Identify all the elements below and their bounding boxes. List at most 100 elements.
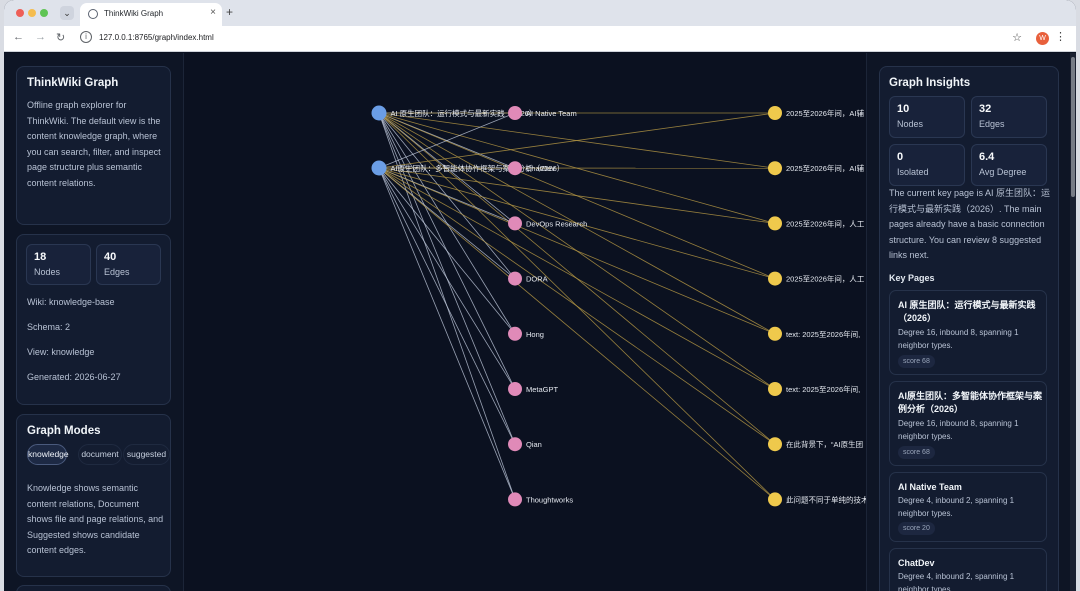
claim-node-label: 此问题不同于单纯的技术: [786, 494, 866, 504]
claim-node: [768, 216, 782, 231]
tab-bar: ⌄ ThinkWiki Graph × +: [4, 0, 1076, 26]
intro-panel: ThinkWiki Graph Offline graph explorer f…: [16, 66, 171, 225]
entity-node: [508, 216, 522, 231]
bookmark-star-icon[interactable]: ☆: [1012, 31, 1022, 44]
graph-edge: [378, 167, 776, 445]
key-page-desc: Degree 16, inbound 8, spanning 1 neighbo…: [898, 419, 1019, 441]
claim-node: [768, 326, 782, 341]
claim-node-label: text: 2025至2026年间,: [786, 384, 860, 394]
claim-node: [768, 106, 782, 120]
entity-node: [508, 437, 522, 452]
key-page-card[interactable]: ChatDev Degree 4, inbound 2, spanning 1 …: [889, 548, 1047, 591]
key-pages-title: Key Pages: [889, 273, 935, 283]
insights-summary: The current key page is AI 原生团队：运行模式与最新实…: [889, 188, 1051, 260]
claim-node-label: 2025至2026年间，人工: [786, 274, 865, 284]
insight-degree-value: 6.4: [979, 151, 995, 163]
key-page-title: ChatDev: [898, 558, 935, 568]
graph-canvas[interactable]: AI 原生团队：运行模式与最新实践（2026） AI原生团队：多智能体协作框架与案…: [184, 53, 866, 591]
graph-edge: [378, 167, 516, 390]
key-page-score: score 68: [898, 355, 935, 368]
entity-node-label: Thoughtworks: [526, 495, 573, 504]
left-sidebar: ThinkWiki Graph Offline graph explorer f…: [4, 53, 184, 591]
profile-avatar[interactable]: W: [1036, 32, 1049, 45]
graph-edge: [378, 167, 776, 335]
globe-icon: [88, 9, 98, 19]
address-bar[interactable]: 127.0.0.1:8765/graph/index.html: [99, 33, 214, 42]
forward-arrow-icon[interactable]: →: [35, 31, 46, 43]
key-page-score: score 68: [898, 446, 935, 459]
mode-suggested-button[interactable]: suggested: [123, 444, 170, 465]
browser-toolbar: ← → ↻ i 127.0.0.1:8765/graph/index.html …: [4, 26, 1076, 52]
reload-icon[interactable]: ↻: [56, 31, 65, 44]
key-page-desc: Degree 4, inbound 2, spanning 1 neighbor…: [898, 496, 1015, 518]
key-page-card[interactable]: AI Native Team Degree 4, inbound 2, span…: [889, 472, 1047, 542]
claim-node: [768, 271, 782, 286]
nodes-count: 18: [34, 251, 47, 263]
entity-node-label: Hong: [526, 330, 544, 339]
app-description: Offline graph explorer for ThinkWiki. Th…: [27, 100, 161, 188]
insight-nodes-value: 10: [897, 103, 910, 115]
insight-edges-stat: 32 Edges: [971, 96, 1047, 138]
app-root: ThinkWiki Graph Offline graph explorer f…: [4, 53, 1076, 591]
browser-tab[interactable]: ThinkWiki Graph ×: [80, 3, 222, 26]
claim-node: [768, 437, 782, 452]
graph-modes-title: Graph Modes: [27, 425, 101, 437]
page-scrollbar[interactable]: [1070, 53, 1076, 591]
key-page-title: AI原生团队：多智能体协作框架与案例分析（2026）: [898, 391, 1043, 414]
right-sidebar: Graph Insights 10 Nodes 32 Edges 0 Isola…: [866, 53, 1070, 591]
insight-nodes-label: Nodes: [897, 119, 924, 129]
key-page-card[interactable]: AI 原生团队：运行模式与最新实践（2026） Degree 16, inbou…: [889, 290, 1047, 375]
key-page-desc: Degree 16, inbound 8, spanning 1 neighbo…: [898, 328, 1019, 350]
entity-node: [508, 492, 522, 507]
nodes-label: Nodes: [34, 267, 61, 277]
entity-node: [508, 161, 522, 176]
entity-node-label: Qian: [526, 440, 542, 449]
insight-edges-label: Edges: [979, 119, 1005, 129]
claim-node-label: 2025至2026年间，AI辅: [786, 108, 864, 118]
entity-node-label: DevOps Research: [526, 219, 587, 228]
mode-document-button[interactable]: document: [78, 444, 122, 465]
graph-edge: [378, 167, 516, 500]
insights-title: Graph Insights: [889, 77, 971, 89]
new-tab-button[interactable]: +: [226, 5, 233, 19]
graph-edge: [378, 167, 776, 390]
graph-edge: [378, 167, 776, 224]
modes-description: Knowledge shows semantic content relatio…: [27, 483, 164, 555]
close-tab-icon[interactable]: ×: [210, 7, 216, 18]
browser-window: ⌄ ThinkWiki Graph × + ← → ↻ i 127.0.0.1:…: [4, 0, 1076, 591]
key-page-score: score 20: [898, 522, 935, 535]
mode-knowledge-button[interactable]: knowledge: [27, 444, 69, 465]
wiki-name: Wiki: knowledge-base: [27, 297, 115, 307]
edges-label: Edges: [104, 267, 130, 277]
nodes-stat: 18 Nodes: [26, 244, 91, 285]
entity-node-label: AI Native Team: [526, 109, 577, 118]
graph-svg[interactable]: AI 原生团队：运行模式与最新实践（2026）AI原生团队：多智能体协作框架与案…: [184, 53, 866, 591]
maximize-window-button[interactable]: [40, 9, 48, 17]
insight-isolated-value: 0: [897, 151, 904, 163]
close-window-button[interactable]: [16, 9, 24, 17]
entity-node: [508, 382, 522, 396]
more-menu-icon[interactable]: ⋮: [1055, 30, 1066, 43]
entity-node-label: ChatDev: [526, 164, 555, 173]
source-node: [371, 105, 387, 121]
minimize-window-button[interactable]: [28, 9, 36, 17]
insight-isolated-label: Isolated: [897, 167, 929, 177]
entity-node-label: DORA: [526, 275, 548, 284]
edges-stat: 40 Edges: [96, 244, 161, 285]
claim-node-label: 在此背景下，“AI原生团: [786, 439, 863, 449]
scrollbar-thumb[interactable]: [1071, 57, 1075, 197]
entity-node-label: MetaGPT: [526, 385, 559, 394]
entity-node: [508, 326, 522, 341]
key-page-card[interactable]: AI原生团队：多智能体协作框架与案例分析（2026） Degree 16, in…: [889, 381, 1047, 466]
source-node: [371, 160, 387, 176]
claim-node-label: 2025至2026年间，AI辅: [786, 163, 864, 173]
insight-degree-label: Avg Degree: [979, 167, 1027, 177]
tab-search-chevron-icon[interactable]: ⌄: [60, 6, 74, 20]
back-arrow-icon[interactable]: ←: [13, 31, 24, 43]
claim-node-label: text: 2025至2026年间,: [786, 329, 860, 339]
site-info-icon[interactable]: i: [80, 31, 92, 43]
insight-degree-stat: 6.4 Avg Degree: [971, 144, 1047, 186]
insight-isolated-stat: 0 Isolated: [889, 144, 965, 186]
entity-node: [508, 271, 522, 286]
key-page-desc: Degree 4, inbound 2, spanning 1 neighbor…: [898, 572, 1015, 591]
